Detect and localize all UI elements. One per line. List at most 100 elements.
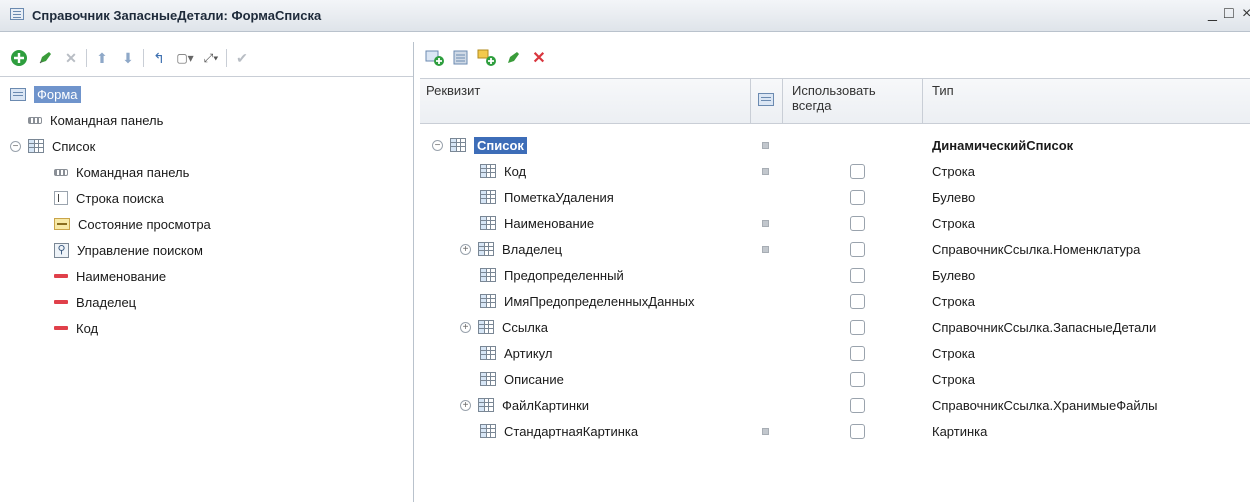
attribute-name-cell: Наименование <box>460 210 594 236</box>
tree-item-label: Управление поиском <box>77 242 203 258</box>
header-attribute[interactable]: Реквизит <box>426 83 480 98</box>
edit-icon[interactable] <box>34 47 56 69</box>
use-always-checkbox[interactable] <box>850 215 865 231</box>
command-panel-icon <box>54 168 68 176</box>
collapse-icon[interactable]: − <box>10 140 21 152</box>
use-always-cell <box>850 392 865 418</box>
return-icon[interactable]: ↰ <box>148 47 170 69</box>
form-marker-cell <box>762 132 769 158</box>
use-always-cell <box>850 366 865 392</box>
expand-icon[interactable]: + <box>460 399 471 411</box>
maximize-button[interactable]: □ <box>1224 5 1234 23</box>
move-down-icon[interactable]: ⬇ <box>117 47 139 69</box>
tree-item-code-field[interactable]: Код <box>54 318 98 338</box>
tree-item-label: Командная панель <box>76 164 190 180</box>
delete-icon[interactable]: ✕ <box>528 47 550 69</box>
expand-icon[interactable]: ⤢▾ <box>200 47 222 69</box>
attribute-name-cell: ИмяПредопределенныхДанных <box>460 288 695 314</box>
collapse-icon[interactable]: − <box>432 139 443 151</box>
use-always-checkbox[interactable] <box>850 423 865 439</box>
attribute-row[interactable]: Описание Строка <box>420 366 1250 392</box>
tree-item-form[interactable]: Форма <box>10 84 81 104</box>
attribute-row[interactable]: + Владелец СправочникСсылка.Номенклатура <box>420 236 1250 262</box>
attribute-row[interactable]: + Ссылка СправочникСсылка.ЗапасныеДетали <box>420 314 1250 340</box>
table-icon <box>478 242 494 256</box>
attribute-type: Строка <box>932 345 976 361</box>
attribute-row[interactable]: Код Строка <box>420 158 1250 184</box>
header-type[interactable]: Тип <box>932 83 954 98</box>
attribute-row[interactable]: СтандартнаяКартинка Картинка <box>420 418 1250 444</box>
table-icon <box>480 190 496 204</box>
search-icon: ⚲ <box>54 242 69 258</box>
tree-item-name-field[interactable]: Наименование <box>54 266 166 286</box>
tree-item-label: Код <box>76 320 99 336</box>
attribute-type: СправочникСсылка.Номенклатура <box>932 241 1141 257</box>
add-icon[interactable] <box>8 47 30 69</box>
attribute-name: Предопределенный <box>504 267 624 283</box>
tree-item-list[interactable]: − Список <box>10 136 95 156</box>
attribute-row[interactable]: Артикул Строка <box>420 340 1250 366</box>
attribute-row[interactable]: − Список ДинамическийСписок <box>420 132 1250 158</box>
tree-item-search-control[interactable]: ⚲ Управление поиском <box>54 240 203 260</box>
attributes-grid-body: − Список ДинамическийСписок Код Строка Пометк… <box>420 132 1250 462</box>
form-marker-icon <box>762 219 769 227</box>
use-always-checkbox[interactable] <box>850 397 865 413</box>
attribute-name: Описание <box>504 371 564 387</box>
table-icon <box>480 294 496 308</box>
close-button[interactable]: × <box>1242 5 1250 23</box>
form-marker-cell <box>762 158 769 184</box>
window-title: Справочник ЗапасныеДетали: ФормаСписка <box>32 8 322 23</box>
attribute-list-icon[interactable] <box>450 47 472 69</box>
use-always-cell <box>850 418 865 444</box>
tree-item-owner-field[interactable]: Владелец <box>54 292 136 312</box>
use-always-checkbox[interactable] <box>850 241 865 257</box>
use-always-checkbox[interactable] <box>850 189 865 205</box>
tree-item-command-panel[interactable]: Командная панель <box>28 110 163 130</box>
attribute-row[interactable]: ПометкаУдаления Булево <box>420 184 1250 210</box>
tree-item-view-state[interactable]: Состояние просмотра <box>54 214 211 234</box>
minimize-button[interactable]: _ <box>1208 5 1217 23</box>
attribute-type: Строка <box>932 293 976 309</box>
edit-icon[interactable] <box>502 47 524 69</box>
delete-icon[interactable]: ✕ <box>60 47 82 69</box>
field-icon <box>54 326 68 330</box>
add-attribute-icon[interactable] <box>424 47 446 69</box>
tree-item-search-string[interactable]: Строка поиска <box>54 188 164 208</box>
attribute-row[interactable]: Предопределенный Булево <box>420 262 1250 288</box>
check-icon[interactable]: ✔ <box>231 47 253 69</box>
attribute-name: Список <box>474 136 527 154</box>
attribute-type: Строка <box>932 163 976 179</box>
group-icon[interactable]: ▢▾ <box>174 47 196 69</box>
table-icon <box>480 424 496 438</box>
use-always-checkbox[interactable] <box>850 371 865 387</box>
use-always-checkbox[interactable] <box>850 293 865 309</box>
grid-header: Реквизит Использовать всегда Тип <box>420 78 1250 124</box>
window-titlebar: Справочник ЗапасныеДетали: ФормаСписка _… <box>0 0 1250 32</box>
header-use-always[interactable]: Использовать всегда <box>792 83 912 113</box>
expand-icon[interactable]: + <box>460 243 471 255</box>
form-marker-icon <box>762 245 769 253</box>
attribute-name-cell: ПометкаУдаления <box>460 184 614 210</box>
attribute-name: ИмяПредопределенныхДанных <box>504 293 695 309</box>
expand-icon[interactable]: + <box>460 321 471 333</box>
use-always-checkbox[interactable] <box>850 163 865 179</box>
attribute-name: Ссылка <box>502 319 549 335</box>
attribute-name: Код <box>504 163 527 179</box>
attribute-row[interactable]: + ФайлКартинки СправочникСсылка.ХранимыеФа… <box>420 392 1250 418</box>
elements-toolbar: ✕ ⬆ ⬇ ↰ ▢▾ ⤢▾ ✔ <box>8 46 257 70</box>
move-up-icon[interactable]: ⬆ <box>91 47 113 69</box>
attribute-row[interactable]: Наименование Строка <box>420 210 1250 236</box>
table-icon <box>450 138 466 152</box>
tree-item-label: Владелец <box>76 294 137 310</box>
use-always-cell <box>850 158 865 184</box>
use-always-checkbox[interactable] <box>850 267 865 283</box>
tree-item-label: Командная панель <box>50 112 164 128</box>
add-nested-icon[interactable] <box>476 47 498 69</box>
use-always-cell <box>850 262 865 288</box>
use-always-checkbox[interactable] <box>850 345 865 361</box>
attribute-row[interactable]: ИмяПредопределенныхДанных Строка <box>420 288 1250 314</box>
command-panel-icon <box>28 116 42 124</box>
use-always-checkbox[interactable] <box>850 319 865 335</box>
tree-item-label: Строка поиска <box>76 190 164 206</box>
tree-item-list-command-panel[interactable]: Командная панель <box>54 162 189 182</box>
